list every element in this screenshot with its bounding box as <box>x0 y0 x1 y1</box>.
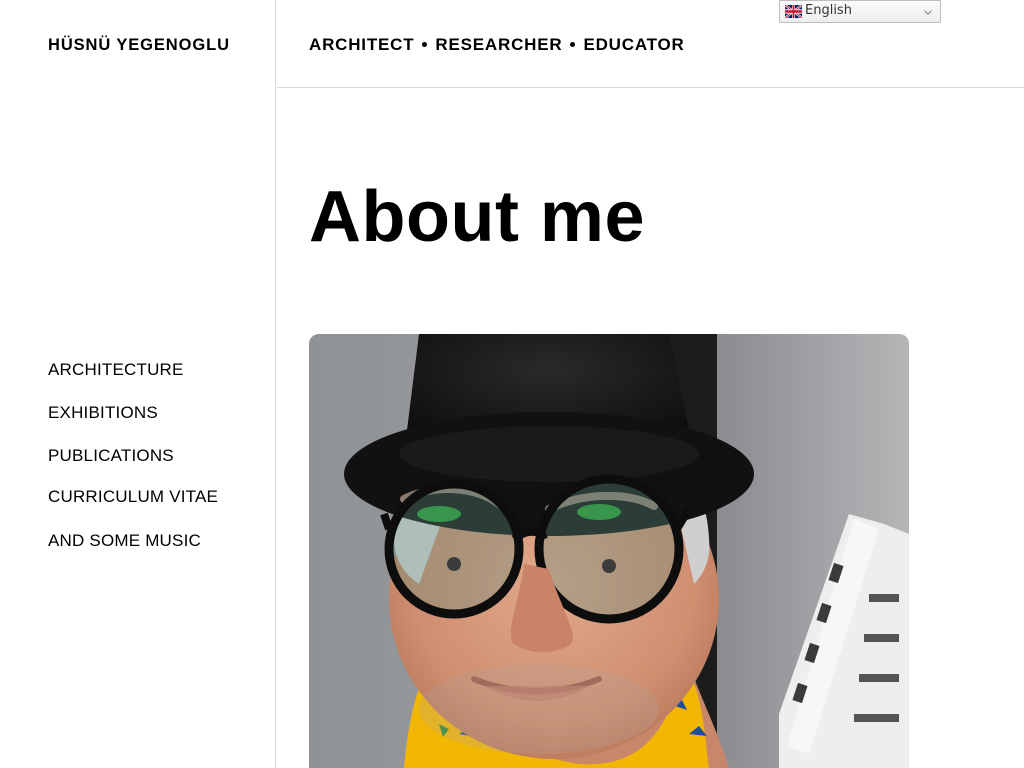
sidebar: HÜSNÜ YEGENOGLU ARCHITECTURE EXHIBITIONS… <box>0 0 276 768</box>
uk-flag-icon <box>785 5 802 18</box>
tagline-educator: EDUCATOR <box>583 35 685 54</box>
portrait-photo <box>309 334 909 768</box>
page: HÜSNÜ YEGENOGLU ARCHITECTURE EXHIBITIONS… <box>0 0 1024 768</box>
nav-item-curriculum-vitae[interactable]: CURRICULUM VITAE <box>48 487 218 507</box>
bullet-separator <box>422 42 428 48</box>
page-title: About me <box>309 177 645 257</box>
header: ARCHITECT RESEARCHER EDUCATOR English <box>277 0 1024 88</box>
nav-item-architecture[interactable]: ARCHITECTURE <box>48 360 184 380</box>
tagline-researcher: RESEARCHER <box>435 35 563 54</box>
bullet-separator <box>570 42 576 48</box>
portrait-illustration <box>309 334 909 768</box>
language-selector[interactable]: English <box>779 0 941 23</box>
nav-item-publications[interactable]: PUBLICATIONS <box>48 446 174 466</box>
nav-item-music[interactable]: AND SOME MUSIC <box>48 531 201 551</box>
language-label: English <box>805 3 852 18</box>
chevron-down-icon <box>924 10 932 15</box>
site-title[interactable]: HÜSNÜ YEGENOGLU <box>48 36 230 55</box>
tagline: ARCHITECT RESEARCHER EDUCATOR <box>309 35 685 55</box>
nav-item-exhibitions[interactable]: EXHIBITIONS <box>48 403 158 423</box>
tagline-architect: ARCHITECT <box>309 35 415 54</box>
